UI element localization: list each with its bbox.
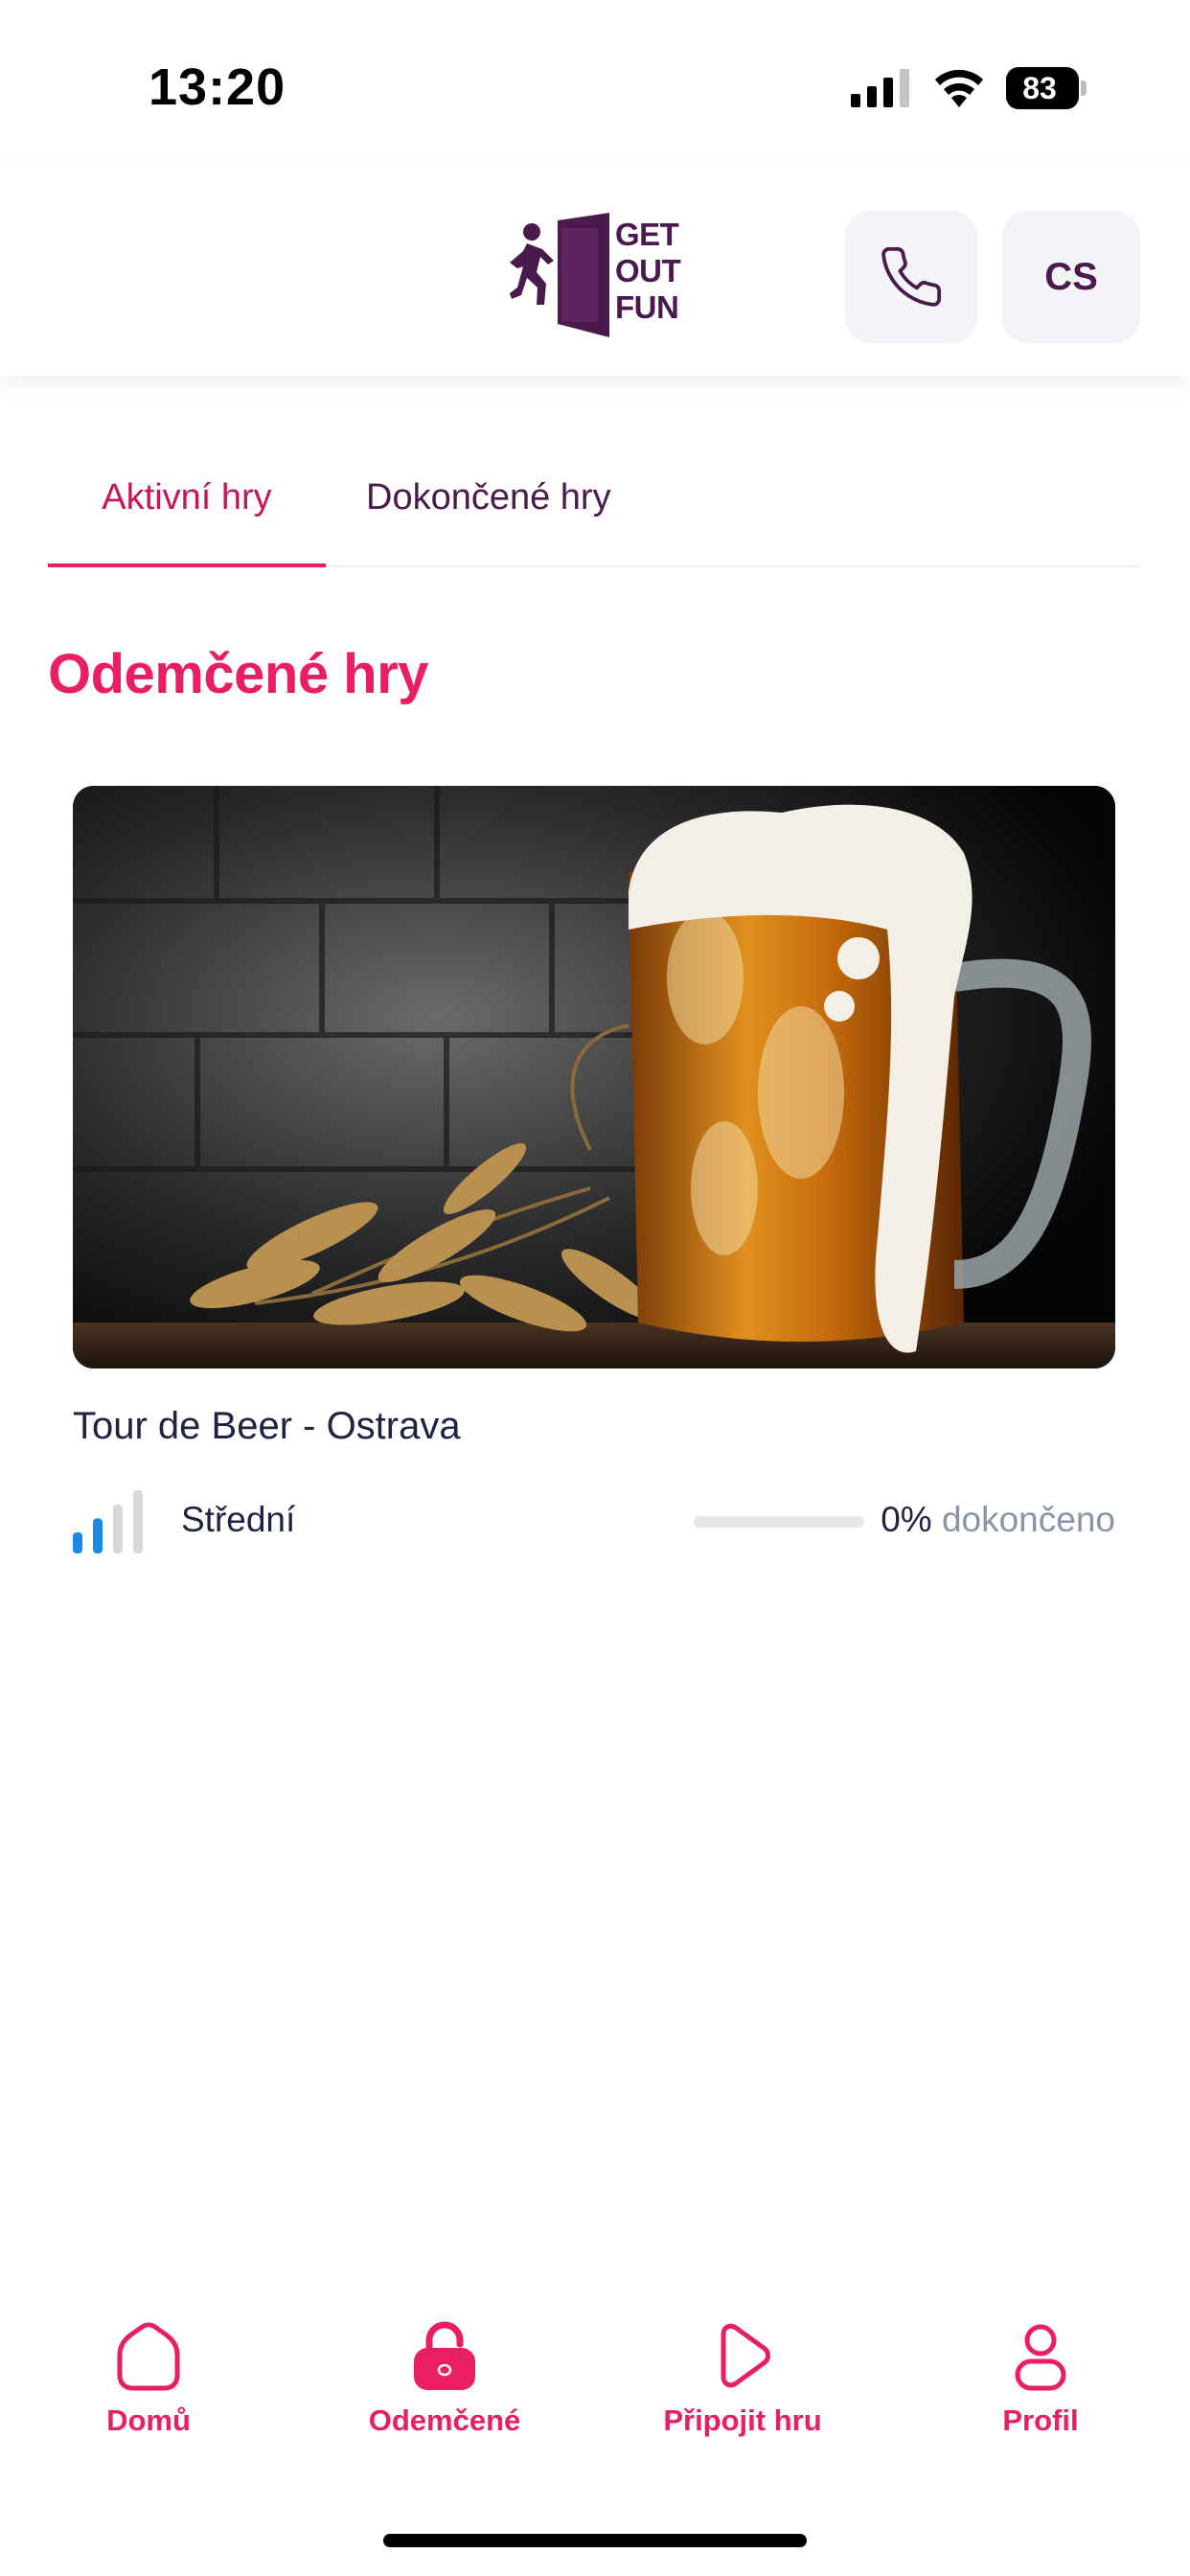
- beer-mug-photo: [73, 786, 1115, 1368]
- get-out-fun-logo[interactable]: GET OUT FUN: [508, 213, 681, 337]
- tab-active-games[interactable]: Aktivní hry: [48, 477, 326, 567]
- status-bar: 13:20 83: [0, 0, 1190, 163]
- nav-label-home: Domů: [106, 2404, 191, 2437]
- nav-unlocked[interactable]: Odemčené: [330, 2317, 560, 2438]
- play-icon: [721, 2323, 770, 2388]
- wifi-icon: [935, 69, 983, 107]
- battery-level: 83: [1022, 71, 1057, 105]
- home-icon: [117, 2322, 180, 2391]
- difficulty-bar: [73, 1532, 82, 1553]
- logo-line-3: FUN: [615, 289, 679, 325]
- progress-text: 0% dokončeno: [881, 1500, 1115, 1540]
- section-title: Odemčené hry: [48, 643, 428, 705]
- logo-text: GET OUT FUN: [615, 217, 681, 326]
- nav-label-join-game: Připojit hru: [663, 2404, 822, 2437]
- logo-line-1: GET: [615, 217, 679, 252]
- game-tabs: Aktivní hry Dokončené hry: [48, 443, 1140, 567]
- nav-join-game[interactable]: Připojit hru: [628, 2317, 858, 2438]
- progress-bar: [694, 1516, 864, 1528]
- home-indicator[interactable]: [383, 2534, 807, 2547]
- battery-icon: 83: [1006, 67, 1087, 109]
- logo-line-2: OUT: [615, 253, 681, 288]
- difficulty-bar: [133, 1490, 143, 1553]
- game-card[interactable]: Tour de Beer - Ostrava Střední 0% dokonč…: [73, 786, 1115, 1553]
- difficulty-bars-icon: [73, 1490, 143, 1553]
- game-title[interactable]: Tour de Beer - Ostrava: [73, 1405, 1115, 1448]
- nav-profile[interactable]: Profil: [926, 2317, 1156, 2438]
- game-meta: Střední 0% dokončeno: [73, 1486, 1115, 1553]
- difficulty-bar: [93, 1518, 103, 1553]
- screen: 13:20 83 GET OUT FUN CS Aktivní hry Doko…: [0, 0, 1190, 2576]
- tab-completed-games[interactable]: Dokončené hry: [326, 477, 776, 567]
- call-button[interactable]: [845, 211, 977, 343]
- progress-value: 0%: [881, 1500, 932, 1539]
- progress-suffix: dokončeno: [941, 1500, 1115, 1539]
- running-door-icon: [510, 213, 609, 337]
- cellular-signal-icon: [851, 69, 909, 107]
- status-time: 13:20: [149, 58, 286, 116]
- lock-open-icon: [414, 2321, 475, 2390]
- language-button[interactable]: CS: [1002, 211, 1140, 343]
- battery-cap: [1081, 80, 1087, 96]
- profile-icon: [1015, 2324, 1066, 2391]
- game-image-beer[interactable]: [73, 786, 1115, 1368]
- difficulty-label: Střední: [181, 1500, 296, 1539]
- app-header: GET OUT FUN CS: [0, 163, 1190, 376]
- bottom-nav: Domů Odemčené Připojit hru Profil: [0, 2300, 1190, 2453]
- nav-label-profile: Profil: [1002, 2404, 1079, 2437]
- nav-label-unlocked: Odemčené: [368, 2404, 521, 2437]
- phone-icon: [881, 246, 942, 307]
- nav-home[interactable]: Domů: [34, 2317, 263, 2438]
- difficulty-bar: [113, 1504, 123, 1553]
